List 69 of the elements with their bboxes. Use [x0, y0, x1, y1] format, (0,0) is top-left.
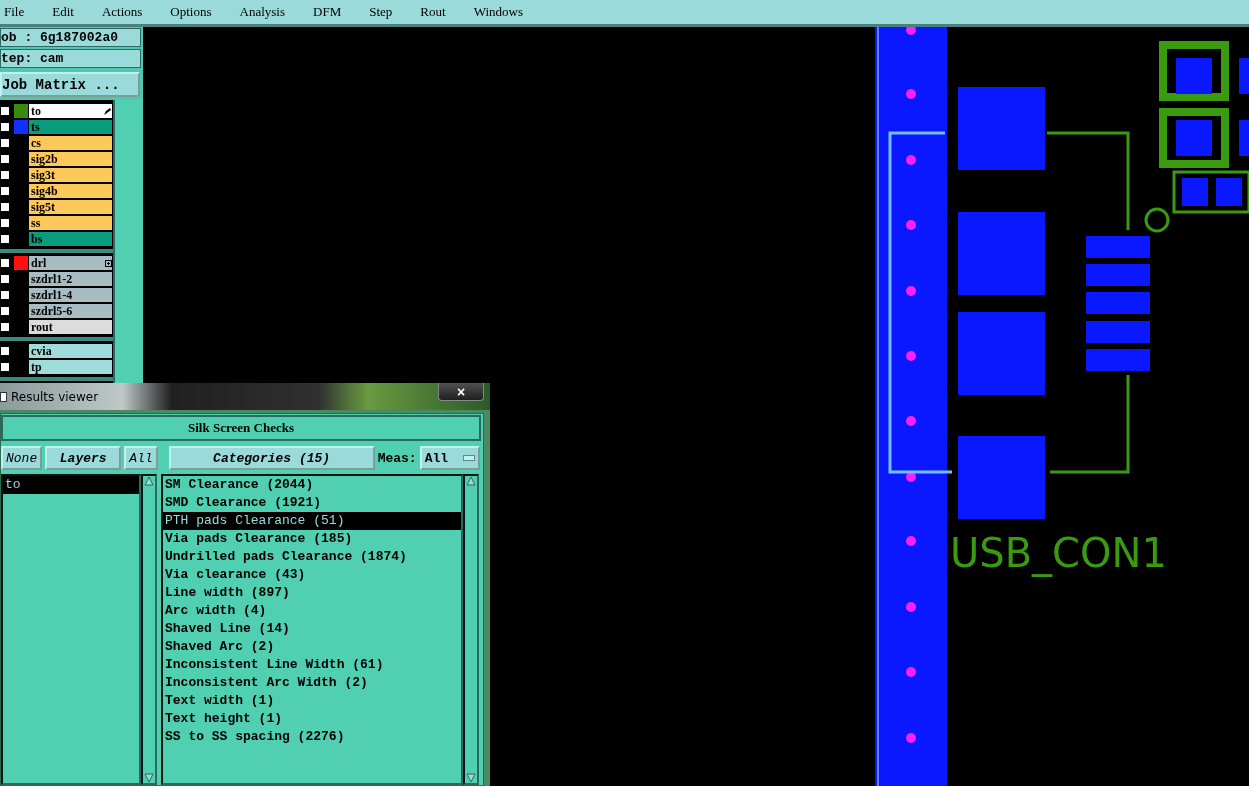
expand-icon[interactable] — [105, 259, 112, 267]
layer-checkbox[interactable] — [0, 138, 10, 148]
window-icon — [0, 391, 7, 402]
layer-checkbox[interactable] — [0, 170, 10, 180]
layer-name[interactable]: ts — [31, 120, 40, 134]
layer-checkbox[interactable] — [0, 290, 10, 300]
filter-button[interactable]: Layers — [45, 446, 122, 470]
category-item[interactable]: SS to SS spacing (2276) — [163, 728, 461, 746]
step-name-field: tep: cam — [0, 49, 141, 68]
category-item[interactable]: Line width (897) — [163, 584, 461, 602]
category-item[interactable]: Undrilled pads Clearance (1874) — [163, 548, 461, 566]
menu-item[interactable]: Options — [170, 4, 212, 20]
scroll-up-icon[interactable] — [466, 476, 476, 486]
category-item[interactable]: Text height (1) — [163, 710, 461, 728]
menu-item[interactable]: Analysis — [239, 4, 286, 20]
layer-checkbox[interactable] — [0, 218, 10, 228]
layer-checkbox[interactable] — [0, 154, 10, 164]
category-item[interactable]: SM Clearance (2044) — [163, 476, 461, 494]
layer-checkbox[interactable] — [0, 322, 10, 332]
layer-name[interactable]: to — [31, 104, 41, 118]
category-item[interactable]: Shaved Line (14) — [163, 620, 461, 638]
menu-item[interactable]: DFM — [313, 4, 342, 20]
category-item[interactable]: Inconsistent Line Width (61) — [163, 656, 461, 674]
layer-name[interactable]: cs — [31, 136, 41, 150]
meas-label: Meas: — [377, 450, 417, 466]
menu-item[interactable]: File — [4, 4, 25, 20]
meas-dropdown[interactable]: All — [419, 446, 480, 470]
categories-button[interactable]: Categories (15) — [168, 446, 375, 470]
layer-checkbox[interactable] — [0, 274, 10, 284]
job-name-field: ob : 6g187002a0 — [0, 28, 141, 47]
category-item[interactable]: PTH pads Clearance (51) — [163, 512, 461, 530]
close-button[interactable]: × — [438, 383, 484, 401]
category-item[interactable]: Via clearance (43) — [163, 566, 461, 584]
layer-checkbox[interactable] — [0, 258, 10, 268]
layer-checkbox[interactable] — [0, 202, 10, 212]
category-item[interactable]: Shaved Arc (2) — [163, 638, 461, 656]
layer-checkbox[interactable] — [0, 186, 10, 196]
panel-heading: Silk Screen Checks — [1, 415, 481, 441]
layer-list-item[interactable]: to — [3, 476, 139, 494]
menu-item[interactable]: Actions — [101, 4, 143, 20]
menu-item[interactable]: Windows — [473, 4, 523, 20]
category-item[interactable]: Via pads Clearance (185) — [163, 530, 461, 548]
layer-name[interactable]: bs — [31, 232, 43, 246]
layer-checkbox[interactable] — [0, 362, 10, 372]
scrollbar[interactable] — [141, 474, 157, 785]
scroll-up-icon[interactable] — [144, 476, 154, 486]
filter-button[interactable]: None — [1, 446, 43, 470]
category-item[interactable]: Inconsistent Arc Width (2) — [163, 674, 461, 692]
layer-checkbox[interactable] — [0, 106, 10, 116]
scroll-down-icon[interactable] — [144, 773, 154, 783]
layer-checkbox[interactable] — [0, 346, 10, 356]
scrollbar[interactable] — [463, 474, 479, 785]
job-matrix-button[interactable]: Job Matrix ... — [0, 72, 140, 97]
layer-name[interactable]: tp — [31, 360, 42, 374]
category-item[interactable]: SMD Clearance (1921) — [163, 494, 461, 512]
layer-name[interactable]: ss — [31, 216, 41, 230]
layer-checkbox[interactable] — [0, 122, 10, 132]
component-label: USB_CON1 — [950, 530, 1167, 576]
layer-name[interactable]: drl — [31, 256, 47, 270]
window-title: Results viewer — [11, 389, 99, 404]
layer-checkbox[interactable] — [0, 234, 10, 244]
category-item[interactable]: Text width (1) — [163, 692, 461, 710]
menu-item[interactable]: Rout — [420, 4, 446, 20]
menu-item[interactable]: Step — [369, 4, 393, 20]
menu-item[interactable]: Edit — [52, 4, 74, 20]
filter-button[interactable]: All — [124, 446, 158, 470]
category-item[interactable]: Arc width (4) — [163, 602, 461, 620]
layer-checkbox[interactable] — [0, 306, 10, 316]
scroll-down-icon[interactable] — [466, 773, 476, 783]
